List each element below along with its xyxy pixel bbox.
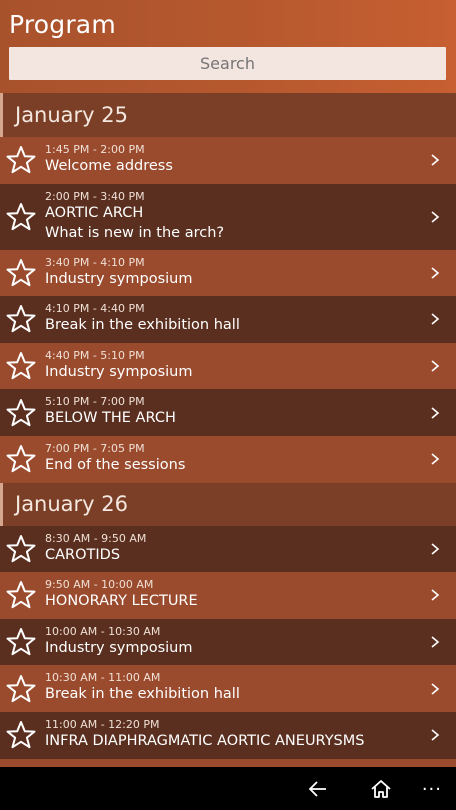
session-item[interactable]: 4:40 PM - 5:10 PM Industry symposium: [0, 342, 456, 390]
star-outline-icon[interactable]: [5, 144, 37, 176]
chevron-right-icon: [431, 636, 440, 648]
session-title: Industry symposium: [45, 639, 193, 656]
session-item-partial[interactable]: [0, 758, 456, 767]
star-outline-icon[interactable]: [5, 673, 37, 705]
search-input[interactable]: [9, 47, 446, 80]
session-time: 4:10 PM - 4:40 PM: [45, 302, 145, 316]
session-time: 1:45 PM - 2:00 PM: [45, 143, 145, 156]
session-title: Break in the exhibition hall: [45, 686, 240, 703]
session-item[interactable]: 4:10 PM - 4:40 PM Break in the exhibitio…: [0, 296, 456, 343]
session-item[interactable]: 3:40 PM - 4:10 PM Industry symposium: [0, 249, 456, 297]
chevron-right-icon: [431, 267, 440, 279]
session-subtitle: What is new in the arch?: [45, 224, 225, 241]
day-header: January 25: [0, 93, 456, 137]
session-title: INFRA DIAPHRAGMATIC AORTIC ANEURYSMS: [45, 732, 365, 749]
session-item[interactable]: 8:30 AM - 9:50 AM CAROTIDS: [0, 525, 456, 573]
session-title: Welcome address: [45, 158, 173, 174]
star-outline-icon[interactable]: [5, 397, 37, 429]
session-item[interactable]: 10:00 AM - 10:30 AM Industry symposium: [0, 618, 456, 666]
chevron-right-icon: [431, 407, 440, 419]
star-outline-icon[interactable]: [5, 443, 37, 475]
session-title: Break in the exhibition hall: [45, 317, 240, 334]
chevron-right-icon: [431, 210, 440, 223]
star-outline-icon[interactable]: [5, 350, 37, 382]
session-time: 10:00 AM - 10:30 AM: [45, 624, 161, 638]
session-title: CAROTIDS: [45, 546, 121, 563]
session-time: 2:00 PM - 3:40 PM: [45, 189, 145, 203]
app-header: Program: [0, 0, 456, 93]
star-outline-icon[interactable]: [5, 201, 37, 233]
session-item[interactable]: 9:50 AM - 10:00 AM HONORARY LECTURE: [0, 572, 456, 619]
session-item[interactable]: 11:00 AM - 12:20 PM INFRA DIAPHRAGMATIC …: [0, 711, 456, 759]
session-item[interactable]: 2:00 PM - 3:40 PM AORTIC ARCH What is ne…: [0, 183, 456, 250]
system-nav-bar: ···: [0, 767, 456, 810]
session-time: 4:40 PM - 5:10 PM: [45, 348, 145, 362]
session-time: 10:30 AM - 11:00 AM: [45, 671, 161, 685]
session-item[interactable]: 10:30 AM - 11:00 AM Break in the exhibit…: [0, 665, 456, 712]
chevron-right-icon: [431, 589, 440, 602]
back-arrow-icon[interactable]: [306, 777, 330, 801]
chevron-right-icon: [431, 154, 440, 166]
session-item[interactable]: 1:45 PM - 2:00 PM Welcome address: [0, 137, 456, 184]
star-outline-icon[interactable]: [5, 719, 37, 751]
session-time: 9:50 AM - 10:00 AM: [45, 578, 154, 592]
session-title: Industry symposium: [45, 363, 193, 380]
star-outline-icon[interactable]: [5, 533, 37, 565]
session-title: End of the sessions: [45, 456, 186, 473]
chevron-right-icon: [431, 729, 440, 741]
session-title: Industry symposium: [45, 270, 193, 287]
chevron-right-icon: [431, 360, 440, 372]
session-title: AORTIC ARCH: [45, 204, 144, 221]
session-time: 7:00 PM - 7:05 PM: [45, 441, 145, 455]
home-icon[interactable]: [369, 777, 393, 801]
session-time: 3:40 PM - 4:10 PM: [45, 255, 145, 269]
day-header: January 26: [0, 482, 456, 526]
star-outline-icon[interactable]: [5, 626, 37, 658]
session-time: 8:30 AM - 9:50 AM: [45, 531, 147, 545]
session-time: 11:00 AM - 12:20 PM: [45, 717, 160, 731]
more-dots-icon[interactable]: ···: [422, 779, 442, 800]
session-title: HONORARY LECTURE: [45, 593, 198, 610]
chevron-right-icon: [431, 453, 440, 465]
session-item[interactable]: 7:00 PM - 7:05 PM End of the sessions: [0, 435, 456, 483]
star-outline-icon[interactable]: [5, 257, 37, 289]
star-outline-icon[interactable]: [5, 303, 37, 335]
chevron-right-icon: [431, 543, 440, 555]
chevron-right-icon: [431, 683, 440, 695]
session-item[interactable]: 5:10 PM - 7:00 PM BELOW THE ARCH: [0, 389, 456, 436]
session-title: BELOW THE ARCH: [45, 410, 176, 427]
program-list[interactable]: January 25 1:45 PM - 2:00 PM Welcome add…: [0, 93, 456, 767]
chevron-right-icon: [431, 313, 440, 326]
page-title: Program: [9, 10, 116, 39]
session-time: 5:10 PM - 7:00 PM: [45, 395, 145, 409]
star-outline-icon[interactable]: [5, 579, 37, 611]
